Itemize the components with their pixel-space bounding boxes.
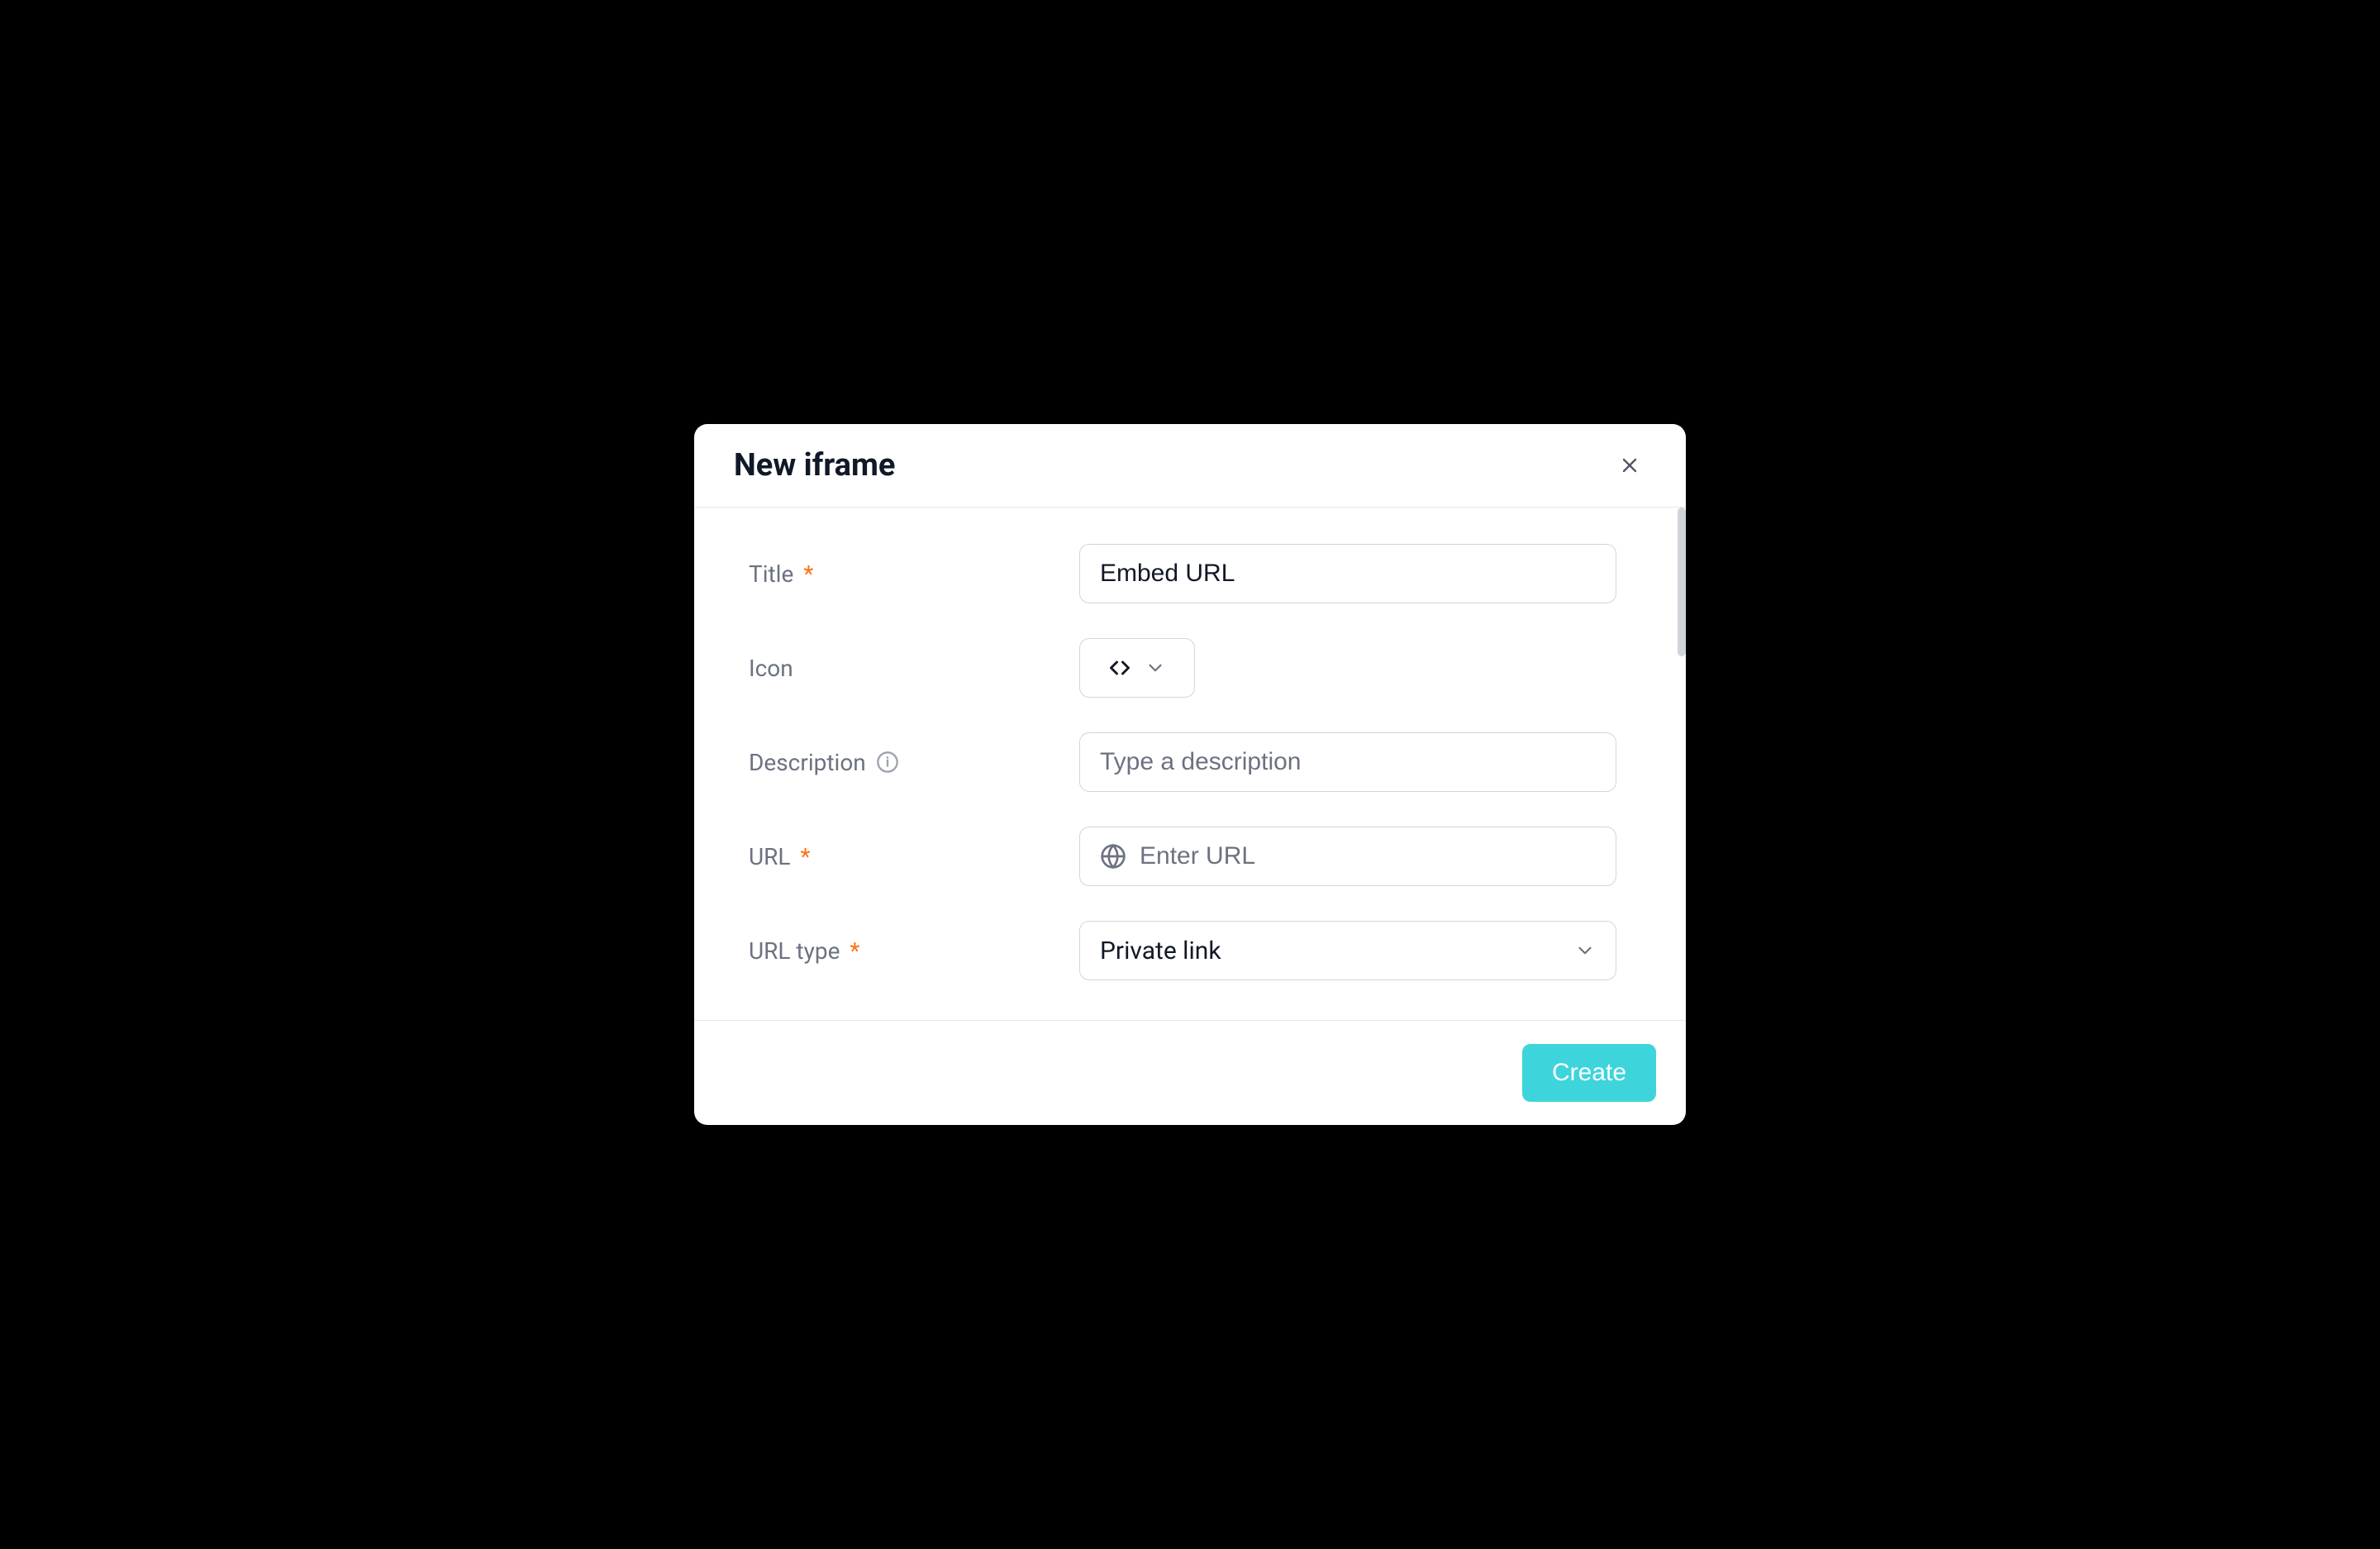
url-input-wrapper [1079,827,1616,886]
modal-body: Title* Icon Description [694,508,1686,1020]
url-type-field-row: URL type* Private link [749,921,1631,980]
modal-footer: Create [694,1020,1686,1125]
url-type-value: Private link [1100,937,1221,965]
required-asterisk: * [803,560,813,588]
modal-title: New iframe [734,447,895,484]
url-label: URL* [749,843,1079,870]
title-input[interactable] [1079,544,1616,603]
new-iframe-modal: New iframe Title* Icon [694,424,1686,1125]
icon-picker[interactable] [1079,638,1195,698]
url-type-label: URL type* [749,937,1079,965]
required-asterisk: * [850,937,859,965]
description-label: Description [749,749,1079,776]
description-input[interactable] [1079,732,1616,792]
create-button[interactable]: Create [1522,1044,1656,1102]
globe-icon [1100,843,1126,870]
url-type-select[interactable]: Private link [1079,921,1616,980]
title-field-row: Title* [749,544,1631,603]
icon-field-row: Icon [749,638,1631,698]
info-icon [876,751,899,774]
scrollbar[interactable] [1678,508,1686,656]
code-icon [1108,656,1131,679]
url-input[interactable] [1140,842,1596,870]
required-asterisk: * [801,843,811,870]
chevron-down-icon [1145,657,1166,679]
url-field-row: URL* [749,827,1631,886]
chevron-down-icon [1574,940,1596,961]
close-button[interactable] [1613,449,1646,482]
modal-header: New iframe [694,424,1686,508]
icon-label: Icon [749,655,1079,682]
close-icon [1618,454,1641,477]
title-label: Title* [749,560,1079,588]
description-field-row: Description [749,732,1631,792]
